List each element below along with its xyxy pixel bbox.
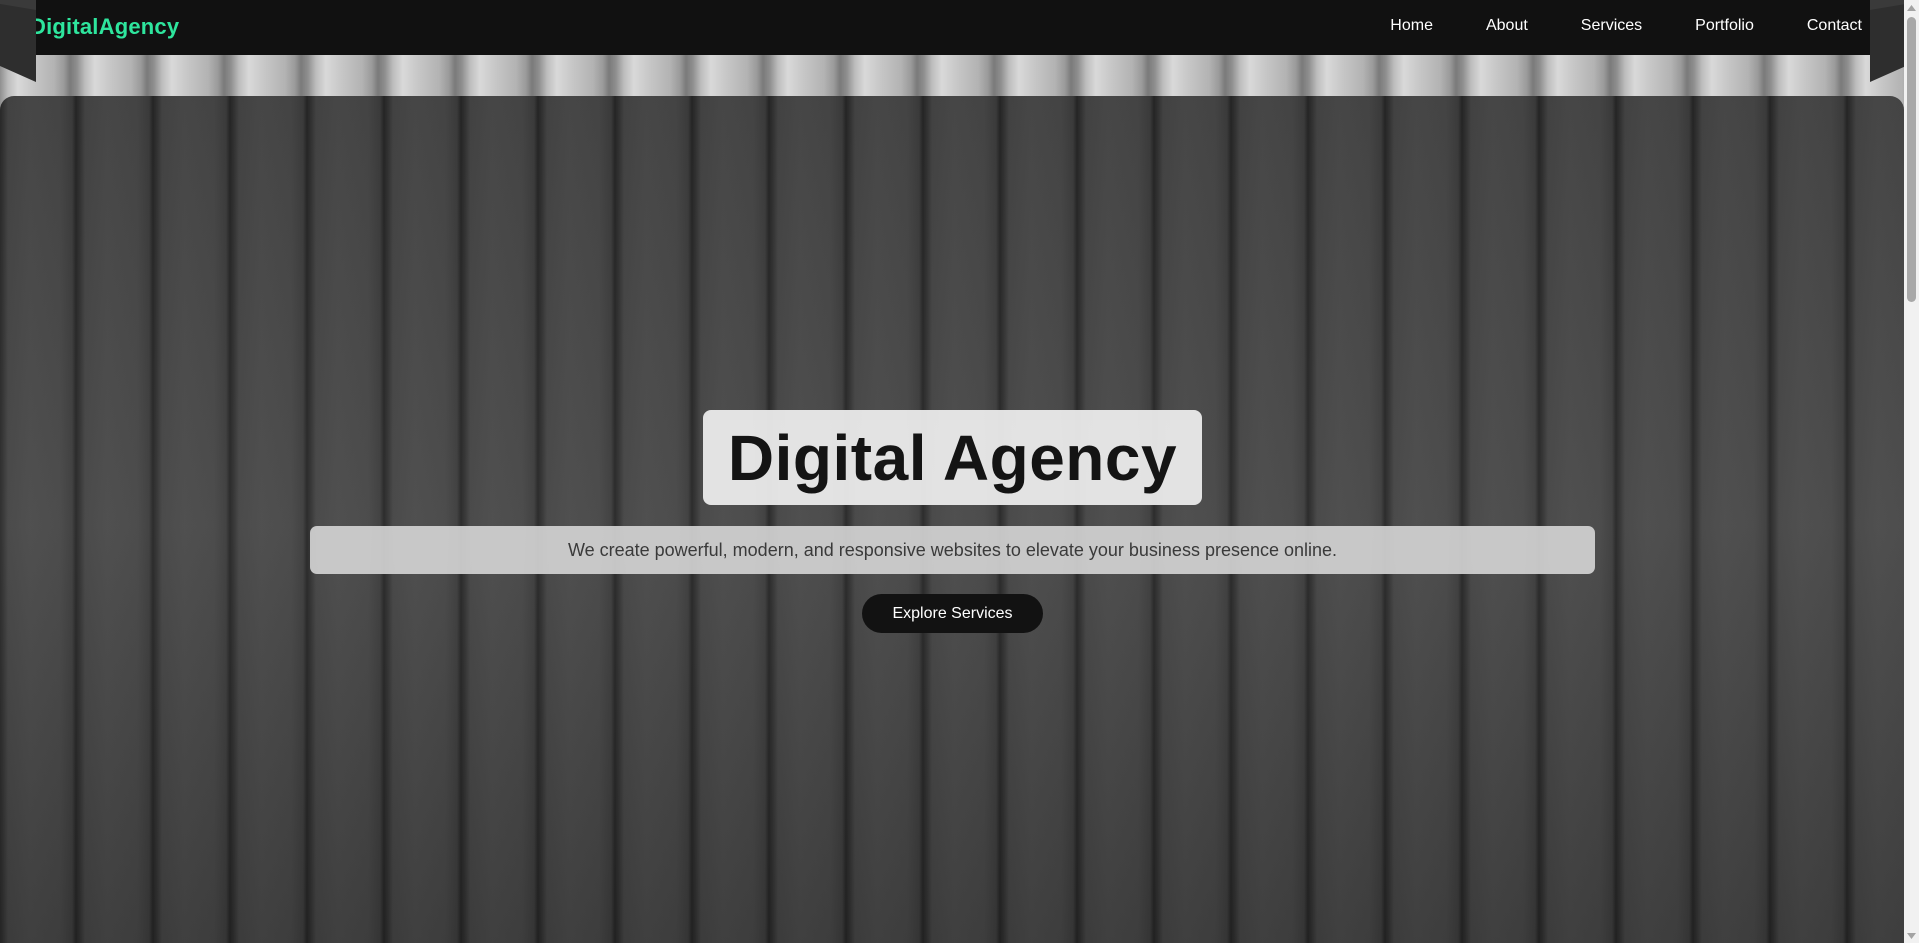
nav-about[interactable]: About <box>1486 17 1528 35</box>
nav-portfolio[interactable]: Portfolio <box>1695 17 1754 35</box>
scroll-down-icon[interactable] <box>1904 928 1919 943</box>
explore-services-button[interactable]: Explore Services <box>862 594 1043 633</box>
scrollbar-thumb[interactable] <box>1907 17 1916 302</box>
main-nav: Home About Services Portfolio Contact <box>1337 17 1862 35</box>
hero-subtitle: We create powerful, modern, and responsi… <box>567 539 1338 560</box>
scroll-up-icon[interactable] <box>1904 0 1919 15</box>
vertical-scrollbar[interactable] <box>1904 0 1919 943</box>
ribbon-left-icon <box>0 0 36 82</box>
hero-title: Digital Agency <box>727 421 1178 494</box>
site-logo[interactable]: DigitalAgency <box>30 14 179 40</box>
nav-services[interactable]: Services <box>1581 17 1642 35</box>
nav-home[interactable]: Home <box>1390 17 1433 35</box>
hero-title-box: Digital Agency <box>703 410 1202 505</box>
hero-section: Digital Agency We create powerful, moder… <box>0 0 1904 943</box>
page: DigitalAgency Home About Services Portfo… <box>0 0 1919 943</box>
nav-contact[interactable]: Contact <box>1807 17 1862 35</box>
ribbon-right-icon <box>1870 0 1906 82</box>
hero-subtitle-box: We create powerful, modern, and responsi… <box>310 526 1595 574</box>
site-header: DigitalAgency Home About Services Portfo… <box>0 0 1904 55</box>
